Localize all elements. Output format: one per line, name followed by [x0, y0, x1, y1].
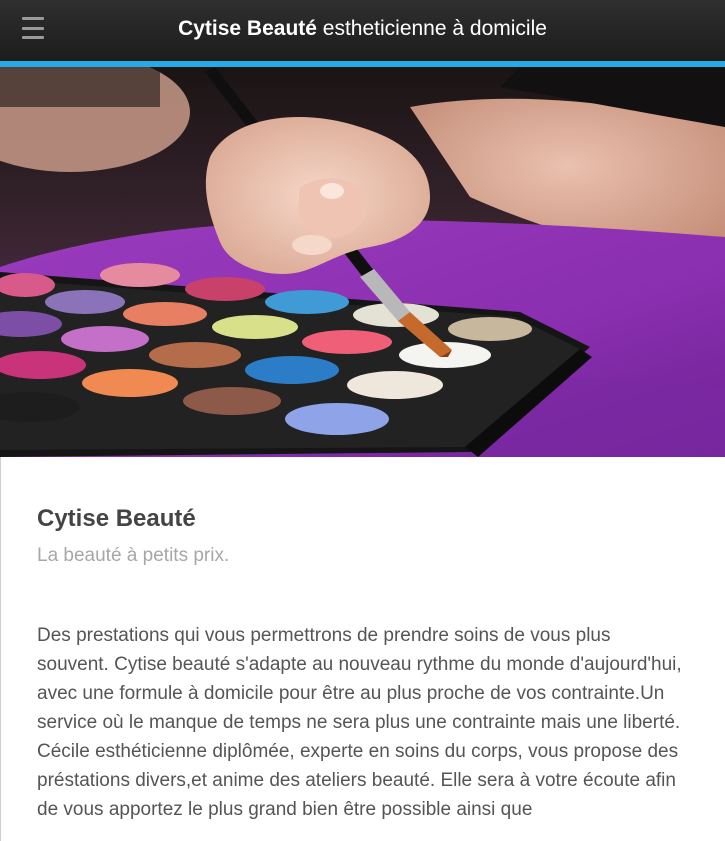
site-title-brand: Cytise Beauté [178, 17, 317, 40]
makeup-palette-photo [0, 67, 725, 457]
intro-paragraph: Des prestations qui vous permettrons de … [37, 625, 682, 733]
intro-paragraph: Cécile esthéticienne diplômée, experte e… [37, 741, 679, 820]
page-tagline: La beauté à petits prix. [37, 545, 230, 566]
site-title[interactable]: Cytise Beauté estheticienne à domicile [0, 15, 725, 43]
main-content: Cytise Beauté La beauté à petits prix. D… [0, 457, 725, 841]
page-title: Cytise Beauté [37, 505, 196, 532]
hero-image-makeup-palette [0, 67, 725, 457]
top-navbar: Cytise Beauté estheticienne à domicile [0, 0, 725, 61]
site-title-subtitle: estheticienne à domicile [316, 17, 547, 40]
intro-text: Des prestations qui vous permettrons de … [37, 621, 687, 824]
